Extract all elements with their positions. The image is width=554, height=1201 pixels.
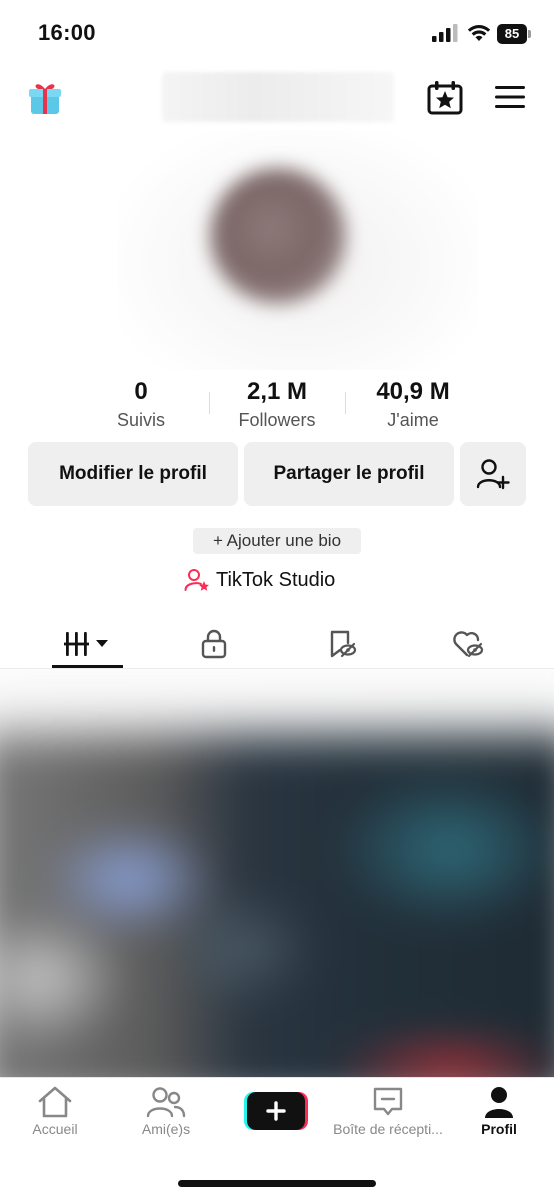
following-count: 0 [134,378,148,405]
tiktok-studio-label: TikTok Studio [216,568,336,591]
lock-icon [201,629,226,659]
stat-divider [209,392,210,414]
likes-stat[interactable]: 40,9 M J'aime [348,378,478,431]
followers-count: 2,1 M [246,378,308,405]
following-label: Suivis [116,410,165,430]
nav-home-label: Accueil [32,1121,78,1137]
following-stat[interactable]: 0 Suivis [76,378,206,431]
video-grid[interactable] [0,669,554,1077]
heart-hidden-icon [452,631,483,658]
tab-private[interactable] [178,620,249,668]
followers-label: Followers [238,410,316,430]
person-star-icon [184,569,209,591]
likes-count: 40,9 M [376,378,450,405]
inbox-icon [373,1087,403,1116]
add-person-icon [476,459,510,490]
tab-liked[interactable] [432,620,503,668]
status-time: 16:00 [38,20,96,45]
battery-cap [528,30,531,38]
share-profile-button[interactable]: Partager le profil [244,442,454,506]
nav-home[interactable]: Accueil [0,1085,110,1147]
cellular-signal-icon [432,24,458,42]
calendar-star-icon[interactable] [426,80,464,116]
battery-level: 85 [497,24,527,44]
tab-videos[interactable] [52,620,123,668]
create-plus-button[interactable] [244,1092,308,1130]
home-icon [38,1086,72,1118]
nav-friends-label: Ami(e)s [141,1121,191,1137]
nav-inbox-label: Boîte de récepti... [333,1121,443,1137]
videos-grid-dropdown-icon [63,632,108,656]
tab-reposts[interactable] [306,620,377,668]
followers-stat[interactable]: 2,1 M Followers [212,378,342,431]
home-indicator [178,1180,376,1187]
add-friend-button[interactable] [460,442,526,506]
bookmark-hidden-icon [330,630,356,658]
video-thumbnails-blurred [0,669,554,1077]
profile-icon [485,1087,513,1118]
username-blurred [162,72,394,122]
edit-profile-button[interactable]: Modifier le profil [28,442,238,506]
avatar[interactable] [210,168,346,304]
nav-profile-label: Profil [481,1121,517,1137]
wifi-icon [467,25,491,41]
friends-icon [146,1087,186,1118]
tiktok-studio-link[interactable]: TikTok Studio [184,566,335,594]
add-bio-button[interactable]: + Ajouter une bio [193,528,361,554]
likes-label: J'aime [387,410,439,430]
nav-inbox[interactable]: Boîte de récepti... [333,1085,443,1147]
stat-divider [345,392,346,414]
nav-profile[interactable]: Profil [444,1085,554,1147]
menu-icon[interactable] [494,84,526,110]
battery-indicator: 85 [497,24,533,44]
gift-icon[interactable] [26,78,64,116]
nav-friends[interactable]: Ami(e)s [111,1085,221,1147]
